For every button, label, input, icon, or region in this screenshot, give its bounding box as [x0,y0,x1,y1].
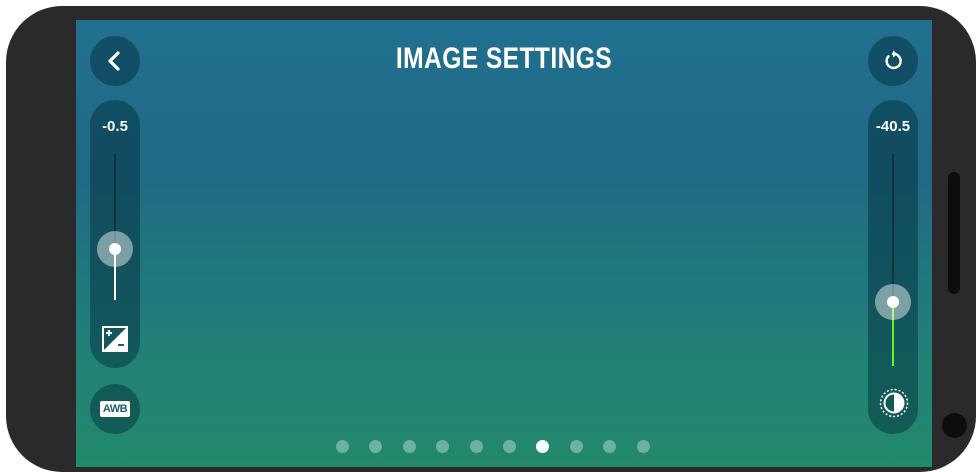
page-indicator [336,440,670,453]
reset-button[interactable] [868,36,918,86]
exposure-plus-minus-icon [102,326,128,352]
page-dot[interactable] [469,440,483,453]
page-title: IMAGE SETTINGS [395,42,613,75]
page-dot-active[interactable] [536,440,550,453]
contrast-icon [879,388,909,418]
page-dot[interactable] [369,440,383,453]
refresh-icon [885,50,902,70]
page-dot[interactable] [336,440,349,453]
page-dot[interactable] [569,440,583,453]
back-button[interactable] [90,36,140,86]
page-dot[interactable] [502,440,516,453]
phone-home-button [942,413,967,438]
exposure-knob[interactable] [97,230,133,267]
image-settings-screen: IMAGE SETTINGS -0.5 AWB -40.5 [76,20,932,467]
awb-button[interactable]: AWB [90,384,140,434]
page-dot[interactable] [436,440,450,453]
contrast-knob[interactable] [875,284,911,321]
page-dot[interactable] [636,440,650,453]
contrast-slider[interactable]: -40.5 [868,100,918,434]
phone-side-button [948,172,960,294]
chevron-left-icon [108,51,120,71]
page-dot[interactable] [603,440,617,453]
page-dot[interactable] [402,440,416,453]
exposure-slider[interactable]: -0.5 [90,100,140,368]
awb-label: AWB [99,401,131,417]
exposure-value: -0.5 [102,118,128,135]
contrast-value: -40.5 [875,118,911,135]
